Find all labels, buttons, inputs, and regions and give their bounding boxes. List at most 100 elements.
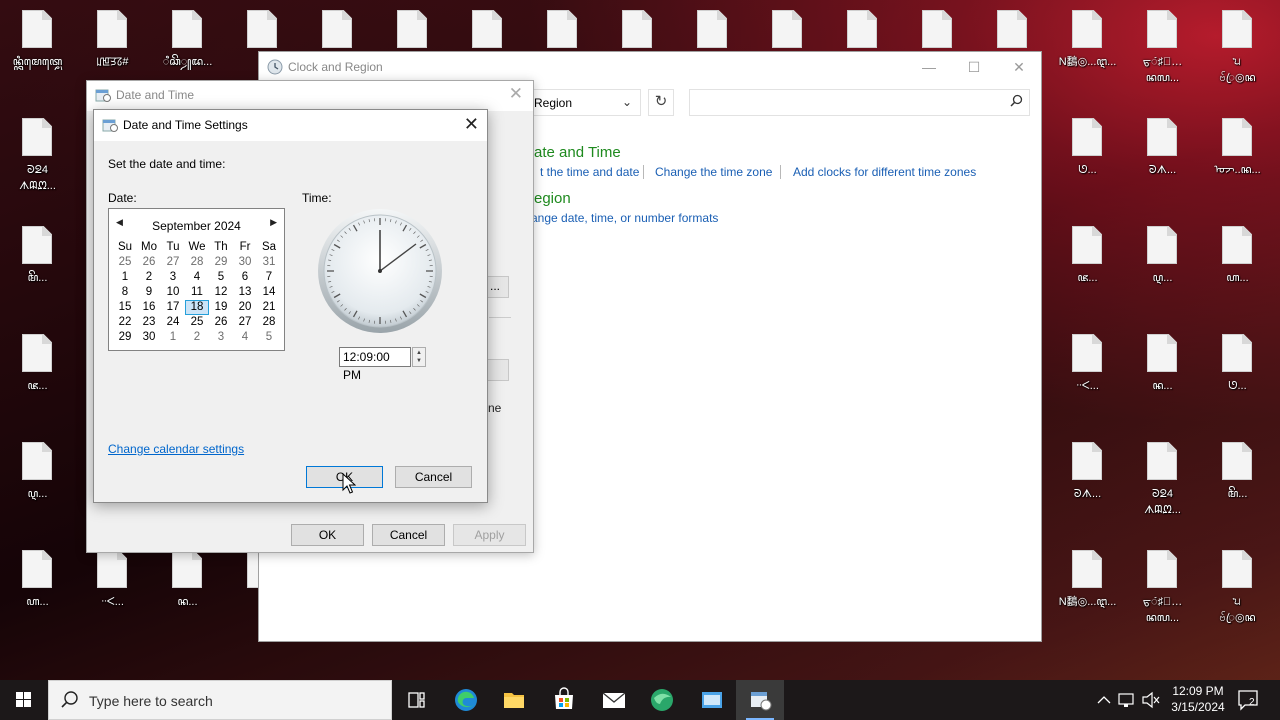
change-calendar-settings-link[interactable]: Change calendar settings: [108, 442, 244, 456]
desktop-file[interactable]: ꦩꦼ...: [1200, 442, 1275, 542]
calendar-day[interactable]: 22: [113, 315, 137, 330]
calendar-day[interactable]: 27: [233, 315, 257, 330]
close-icon[interactable]: ✕: [509, 84, 523, 104]
cancel-button[interactable]: Cancel: [395, 466, 472, 488]
region-heading[interactable]: egion: [534, 190, 571, 207]
calendar-day[interactable]: 29: [113, 330, 137, 345]
minimize-button[interactable]: —: [906, 52, 952, 82]
calendar-day[interactable]: 13: [233, 285, 257, 300]
desktop-file[interactable]: ᐧᐧᐸ...: [75, 550, 150, 650]
address-bar[interactable]: Region ⌄: [519, 89, 641, 116]
calendar-day[interactable]: 3: [161, 270, 185, 285]
desktop-file[interactable]: ꦤ...: [1125, 334, 1200, 434]
ok-button[interactable]: OK: [291, 524, 364, 546]
desktop-file[interactable]: ᘐᘖ4 ᗑᗼᘻ...: [1125, 442, 1200, 542]
task-view-button[interactable]: [392, 680, 440, 720]
calendar-day[interactable]: 30: [137, 330, 161, 345]
calendar-day[interactable]: 21: [257, 300, 281, 315]
desktop-file[interactable]: ᘎ...: [1050, 118, 1125, 218]
calendar-day[interactable]: 7: [257, 270, 281, 285]
network-button[interactable]: [1116, 680, 1138, 720]
desktop-file[interactable]: ꦤ...: [150, 550, 225, 650]
calendar-day[interactable]: 3: [209, 330, 233, 345]
title-bar[interactable]: Date and Time Settings ✕: [94, 110, 487, 141]
desktop-file[interactable]: ᐧᐧᐸ...: [1050, 334, 1125, 434]
calendar-day[interactable]: 1: [113, 270, 137, 285]
calendar-day[interactable]: 25: [185, 315, 209, 330]
desktop-file[interactable]: ꦗ...: [0, 334, 75, 434]
desktop-file[interactable]: ᘐᗑ...: [1050, 442, 1125, 542]
taskbar-clock[interactable]: 12:09 PM 3/15/2024: [1160, 683, 1236, 715]
calendar-day[interactable]: 14: [257, 285, 281, 300]
calendar-day[interactable]: 5: [257, 330, 281, 345]
calendar-day[interactable]: 19: [209, 300, 233, 315]
volume-button[interactable]: [1140, 680, 1162, 720]
title-bar[interactable]: Date and Time ✕: [87, 81, 533, 111]
calendar-day[interactable]: 9: [137, 285, 161, 300]
calendar-day[interactable]: 17: [161, 300, 185, 315]
calendar-day[interactable]: 12: [209, 285, 233, 300]
calendar-day[interactable]: 5: [209, 270, 233, 285]
desktop-file[interactable]: ꦲ...: [0, 550, 75, 650]
mail-button[interactable]: [590, 680, 638, 720]
calendar-day[interactable]: 24: [161, 315, 185, 330]
refresh-icon[interactable]: ↻: [648, 89, 674, 116]
desktop-file[interactable]: ᡃ੫ ဗ်ꦿ◎ꦤ: [1200, 550, 1275, 650]
calendar-day[interactable]: 26: [137, 255, 161, 270]
close-icon[interactable]: ✕: [464, 114, 479, 135]
notifications-button[interactable]: 2: [1236, 688, 1260, 712]
desktop-file[interactable]: ꦲ...: [1200, 226, 1275, 326]
file-explorer-button[interactable]: [490, 680, 538, 720]
desktop-file[interactable]: N鷭◎...ꦅ...: [1050, 550, 1125, 650]
desktop-file[interactable]: ꦤ꧀ꦠꦶꦩꦺꦠ꧀ꦩꦺ: [0, 10, 75, 110]
change-formats-link[interactable]: ange date, time, or number formats: [531, 211, 718, 225]
calendar-day[interactable]: 2: [185, 330, 209, 345]
desktop-file[interactable]: ᘐᗑ...: [1125, 118, 1200, 218]
calendar[interactable]: ◀ September 2024 ▶ Su Mo Tu We Th Fr Sa 25 26 27 2…: [108, 208, 285, 351]
desktop-file[interactable]: ꦉ...: [0, 442, 75, 542]
calendar-day[interactable]: 28: [185, 255, 209, 270]
desktop-file[interactable]: ᠳꦁ♯ꦿ… ꦤꦭ...: [1125, 10, 1200, 110]
desktop-file[interactable]: ꦉ...: [1125, 226, 1200, 326]
chevron-down-icon[interactable]: ⌄: [622, 95, 632, 109]
calendar-month[interactable]: September 2024: [109, 219, 284, 233]
edge-button[interactable]: [442, 680, 490, 720]
taskbar-search[interactable]: Type here to search: [48, 680, 392, 720]
desktop-file[interactable]: ꦗ...: [1050, 226, 1125, 326]
set-time-link[interactable]: t the time and date: [540, 165, 639, 179]
calendar-day[interactable]: 10: [161, 285, 185, 300]
calendar-day[interactable]: 4: [233, 330, 257, 345]
search-input[interactable]: [689, 89, 1030, 116]
calendar-day[interactable]: 8: [113, 285, 137, 300]
desktop-file[interactable]: ᡃ੫ ဗ်ꦿ◎ꦤ: [1200, 10, 1275, 110]
calendar-day[interactable]: 1: [161, 330, 185, 345]
calendar-day[interactable]: 23: [137, 315, 161, 330]
time-input[interactable]: 12:09:00 PM: [339, 347, 411, 382]
desktop-file[interactable]: ᘐᘖ4 ᗑᗼᘻ...: [0, 118, 75, 218]
start-button[interactable]: [0, 680, 48, 720]
cancel-button[interactable]: Cancel: [372, 524, 445, 546]
maximize-button[interactable]: ☐: [951, 52, 997, 82]
calendar-day[interactable]: 31: [257, 255, 281, 270]
close-button[interactable]: ✕: [996, 52, 1042, 82]
calendar-day[interactable]: 25: [113, 255, 137, 270]
browser-button[interactable]: [638, 680, 686, 720]
calendar-day[interactable]: 28: [257, 315, 281, 330]
desktop-file[interactable]: ꦩꦼ...: [0, 226, 75, 326]
calendar-day[interactable]: 2: [137, 270, 161, 285]
desktop-file[interactable]: ᠳꦁ♯ꦿ… ꦤꦭ...: [1125, 550, 1200, 650]
calendar-day[interactable]: 6: [233, 270, 257, 285]
calendar-day[interactable]: 20: [233, 300, 257, 315]
spin-down-icon[interactable]: ▼: [416, 358, 422, 364]
next-month-icon[interactable]: ▶: [270, 217, 277, 228]
store-button[interactable]: [540, 680, 588, 720]
date-time-taskbar-button[interactable]: [736, 680, 784, 720]
apply-button[interactable]: Apply: [453, 524, 526, 546]
desktop-file[interactable]: N鷭◎...ꦅ...: [1050, 10, 1125, 110]
calendar-day[interactable]: 30: [233, 255, 257, 270]
control-panel-button[interactable]: [688, 680, 736, 720]
calendar-day-selected[interactable]: 18: [185, 300, 209, 315]
title-bar[interactable]: Clock and Region — ☐ ✕: [259, 52, 1041, 82]
desktop-file[interactable]: ᠤᠵ..ꦤ...: [1200, 118, 1275, 218]
desktop-file[interactable]: ᘎ...: [1200, 334, 1275, 434]
